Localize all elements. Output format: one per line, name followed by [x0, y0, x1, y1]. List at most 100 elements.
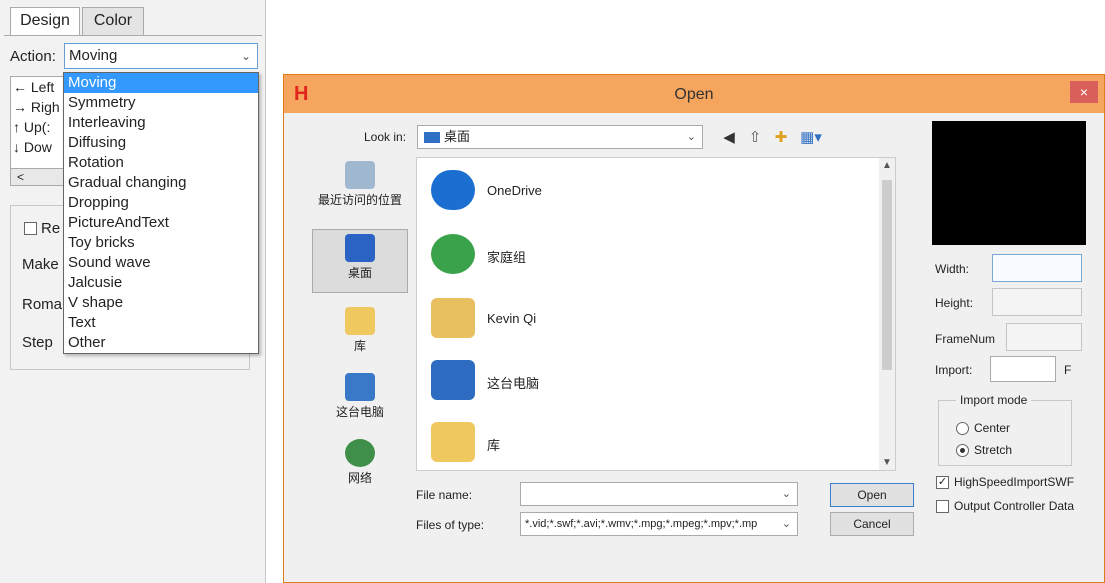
chevron-down-icon: ⌄	[779, 513, 791, 535]
checkmark-icon: ✓	[937, 476, 948, 488]
dropdown-option[interactable]: Gradual changing	[64, 173, 258, 193]
homegroup-icon	[431, 234, 475, 274]
places-bar: 最近访问的位置 桌面 库 这台电脑 网络	[312, 157, 408, 497]
new-folder-icon[interactable]: ✚	[772, 129, 790, 147]
tab-divider	[4, 35, 262, 36]
close-button[interactable]: ×	[1070, 81, 1098, 103]
dropdown-option[interactable]: Interleaving	[64, 113, 258, 133]
place-label: 网络	[347, 471, 372, 485]
list-item[interactable]: 这台电脑	[425, 354, 865, 410]
dropdown-option[interactable]: Dropping	[64, 193, 258, 213]
look-in-select[interactable]: 桌面 ⌄	[417, 125, 703, 149]
output-controller-checkbox[interactable]	[936, 500, 949, 513]
dropdown-option[interactable]: Sound wave	[64, 253, 258, 273]
re-checkbox[interactable]	[24, 222, 37, 235]
files-of-type-label: Files of type:	[416, 518, 485, 532]
dropdown-option[interactable]: Text	[64, 313, 258, 333]
chevron-down-icon: ⌄	[240, 49, 251, 63]
place-libraries[interactable]: 库	[312, 303, 408, 367]
framenum-field[interactable]	[1006, 323, 1082, 351]
list-item[interactable]: OneDrive	[425, 164, 865, 220]
center-radio[interactable]	[956, 422, 969, 435]
highspeed-import-checkbox[interactable]: ✓	[936, 476, 949, 489]
place-label: 库	[353, 339, 366, 353]
place-label: 最近访问的位置	[317, 193, 402, 207]
list-item[interactable]: 家庭组	[425, 228, 865, 284]
place-desktop[interactable]: 桌面	[312, 229, 408, 293]
scroll-down-icon[interactable]: ▼	[882, 457, 892, 468]
library-icon	[345, 307, 375, 335]
dropdown-option[interactable]: V shape	[64, 293, 258, 313]
dropdown-option[interactable]: Toy bricks	[64, 233, 258, 253]
computer-icon	[345, 373, 375, 401]
library-icon	[431, 422, 475, 462]
tab-color[interactable]: Color	[82, 7, 144, 35]
desktop-folder-icon	[424, 132, 440, 143]
up-folder-icon[interactable]: ⇧	[746, 129, 764, 147]
dropdown-option[interactable]: PictureAndText	[64, 213, 258, 233]
dropdown-option[interactable]: Jalcusie	[64, 273, 258, 293]
dropdown-option[interactable]: Diffusing	[64, 133, 258, 153]
place-network[interactable]: 网络	[312, 435, 408, 499]
file-name: 家庭组	[487, 250, 527, 265]
dropdown-option[interactable]: Other	[64, 333, 258, 353]
chevron-down-icon: ⌄	[686, 131, 696, 143]
open-button[interactable]: Open	[830, 483, 914, 507]
scroll-up-icon[interactable]: ▲	[882, 160, 892, 171]
scrollbar-thumb[interactable]	[882, 180, 892, 370]
file-name-input[interactable]: ⌄	[520, 482, 798, 506]
file-list[interactable]: OneDrive 家庭组 Kevin Qi 这台电脑 库 ▲ ▼	[416, 157, 896, 471]
place-this-pc[interactable]: 这台电脑	[312, 369, 408, 433]
open-dialog: H Open × Look in: 桌面 ⌄ ◀ ⇧ ✚ ▦▾ 最近访问的位置 …	[283, 74, 1105, 583]
scroll-left-arrow-icon[interactable]: <	[17, 170, 24, 184]
output-controller-label: Output Controller Data	[954, 499, 1075, 513]
height-field[interactable]	[992, 288, 1082, 316]
onedrive-cloud-icon	[431, 170, 475, 210]
file-name: OneDrive	[487, 183, 542, 198]
action-select[interactable]: Moving ⌄	[64, 43, 258, 69]
tab-design[interactable]: Design	[10, 7, 80, 35]
user-folder-icon	[431, 298, 475, 338]
file-list-scrollbar[interactable]: ▲ ▼	[879, 158, 895, 470]
file-name: 这台电脑	[487, 376, 540, 391]
stretch-radio[interactable]	[956, 444, 969, 457]
stretch-label: Stretch	[974, 443, 1013, 457]
chevron-down-icon: ⌄	[781, 488, 791, 500]
dialog-title: Open	[674, 86, 714, 103]
dialog-titlebar[interactable]: H Open ×	[284, 75, 1104, 113]
action-select-value: Moving	[69, 47, 118, 64]
import-label: Import:	[935, 363, 973, 377]
design-panel: Design Color Action: Moving ⌄ ← Left → R…	[0, 0, 266, 583]
list-item[interactable]: 库	[425, 416, 865, 472]
file-name: Kevin Qi	[487, 311, 537, 326]
back-icon[interactable]: ◀	[720, 129, 738, 147]
import-mode-title: Import mode	[956, 393, 1032, 407]
import-unit-label: F	[1064, 363, 1072, 377]
files-of-type-select[interactable]: *.vid;*.swf;*.avi;*.wmv;*.mpg;*.mpeg;*.m…	[520, 512, 798, 536]
action-dropdown-list[interactable]: Moving Symmetry Interleaving Diffusing Rotat…	[63, 72, 259, 354]
recent-places-icon	[345, 161, 375, 189]
place-recent[interactable]: 最近访问的位置	[312, 157, 408, 221]
dropdown-option[interactable]: Rotation	[64, 153, 258, 173]
view-menu-icon[interactable]: ▦▾	[798, 129, 824, 147]
action-label: Action:	[10, 48, 56, 65]
center-label: Center	[974, 421, 1011, 435]
roma-label: Roma	[22, 296, 63, 313]
computer-icon	[431, 360, 475, 400]
place-label: 这台电脑	[335, 405, 384, 419]
place-label: 桌面	[347, 266, 372, 280]
look-in-value: 桌面	[444, 129, 471, 144]
list-item[interactable]: Kevin Qi	[425, 292, 865, 348]
width-field[interactable]	[992, 254, 1082, 282]
cancel-button[interactable]: Cancel	[830, 512, 914, 536]
dropdown-option[interactable]: Moving	[64, 73, 258, 93]
dropdown-option[interactable]: Symmetry	[64, 93, 258, 113]
step-label: Step	[22, 334, 53, 351]
import-input[interactable]	[990, 356, 1056, 382]
network-globe-icon	[345, 439, 375, 467]
files-of-type-value: *.vid;*.swf;*.avi;*.wmv;*.mpg;*.mpeg;*.m…	[525, 518, 758, 530]
preview-area	[932, 121, 1086, 245]
width-label: Width:	[935, 262, 970, 276]
look-in-label: Look in:	[364, 130, 407, 144]
close-icon: ×	[1079, 84, 1089, 100]
